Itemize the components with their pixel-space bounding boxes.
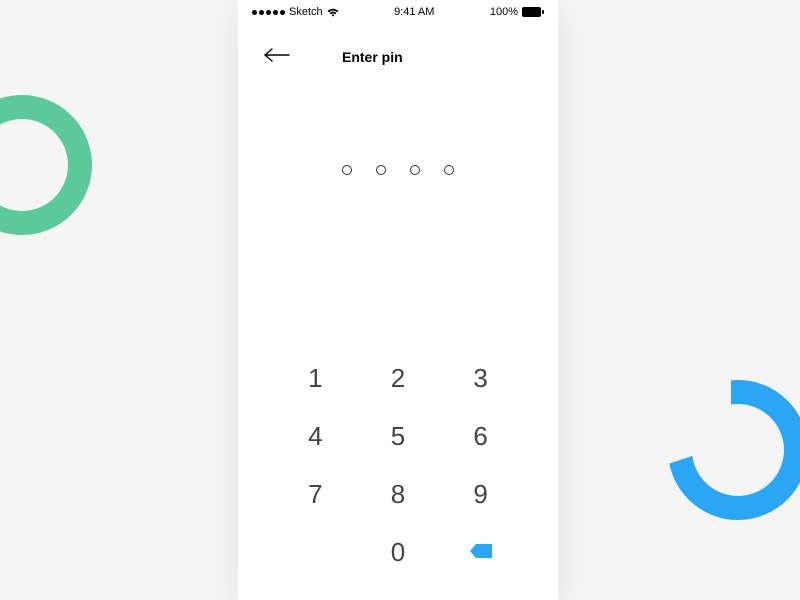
pin-dot	[444, 165, 454, 175]
pin-dot	[342, 165, 352, 175]
status-left: Sketch	[252, 6, 339, 18]
key-3[interactable]: 3	[439, 360, 522, 396]
key-5[interactable]: 5	[357, 418, 440, 454]
key-1[interactable]: 1	[274, 360, 357, 396]
pin-indicator	[238, 165, 558, 175]
page-title: Enter pin	[342, 49, 403, 65]
carrier-label: Sketch	[289, 6, 323, 18]
battery-icon	[522, 7, 544, 17]
header: Enter pin	[238, 20, 558, 69]
backspace-icon	[470, 544, 492, 561]
pin-dot	[376, 165, 386, 175]
back-button[interactable]	[260, 44, 294, 69]
decorative-ring-green	[0, 95, 92, 235]
pin-dot	[410, 165, 420, 175]
key-4[interactable]: 4	[274, 418, 357, 454]
key-9[interactable]: 9	[439, 476, 522, 512]
backspace-button[interactable]	[439, 534, 522, 570]
key-8[interactable]: 8	[357, 476, 440, 512]
battery-label: 100%	[490, 6, 518, 18]
arrow-left-icon	[264, 48, 290, 65]
key-6[interactable]: 6	[439, 418, 522, 454]
key-2[interactable]: 2	[357, 360, 440, 396]
wifi-icon	[327, 8, 339, 17]
status-time: 9:41 AM	[394, 6, 434, 18]
decorative-ring-blue	[668, 380, 800, 520]
keypad: 1 2 3 4 5 6 7 8 9 0	[238, 360, 558, 570]
phone-frame: Sketch 9:41 AM 100% Enter pin 1 2	[238, 0, 558, 600]
signal-icon	[252, 10, 285, 15]
status-bar: Sketch 9:41 AM 100%	[238, 0, 558, 20]
key-7[interactable]: 7	[274, 476, 357, 512]
key-0[interactable]: 0	[357, 534, 440, 570]
status-right: 100%	[490, 6, 544, 18]
